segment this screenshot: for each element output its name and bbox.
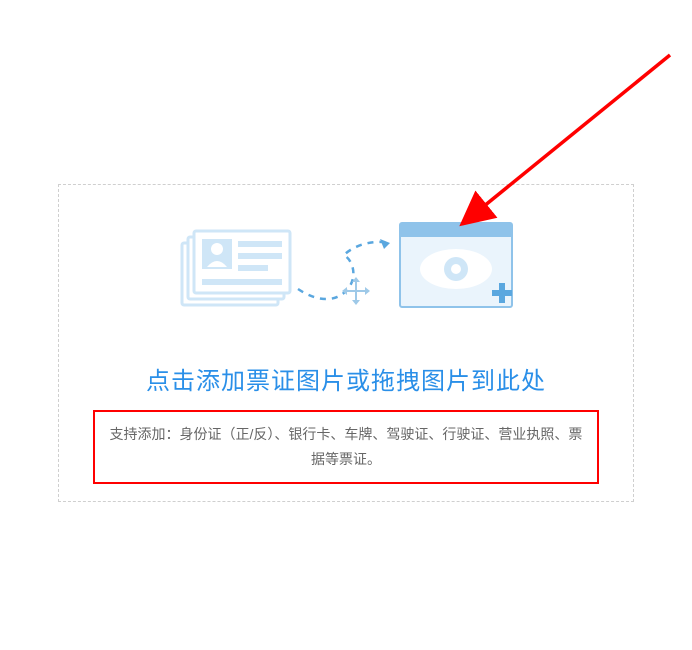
preview-eye-icon <box>400 223 512 307</box>
upload-illustration <box>79 203 613 353</box>
move-cursor-icon <box>342 277 370 305</box>
id-card-stack-icon <box>182 231 290 305</box>
upload-dropzone[interactable]: 点击添加票证图片或拖拽图片到此处 支持添加：身份证（正/反）、银行卡、车牌、驾驶… <box>58 184 634 502</box>
page-surface: 点击添加票证图片或拖拽图片到此处 支持添加：身份证（正/反）、银行卡、车牌、驾驶… <box>0 0 692 650</box>
supported-types-text: 支持添加：身份证（正/反）、银行卡、车牌、驾驶证、行驶证、营业执照、票据等票证。 <box>103 422 589 472</box>
upload-illustration-svg <box>166 203 526 343</box>
upload-prompt-text: 点击添加票证图片或拖拽图片到此处 <box>79 361 613 396</box>
supported-types-highlight-box: 支持添加：身份证（正/反）、银行卡、车牌、驾驶证、行驶证、营业执照、票据等票证。 <box>93 410 599 484</box>
